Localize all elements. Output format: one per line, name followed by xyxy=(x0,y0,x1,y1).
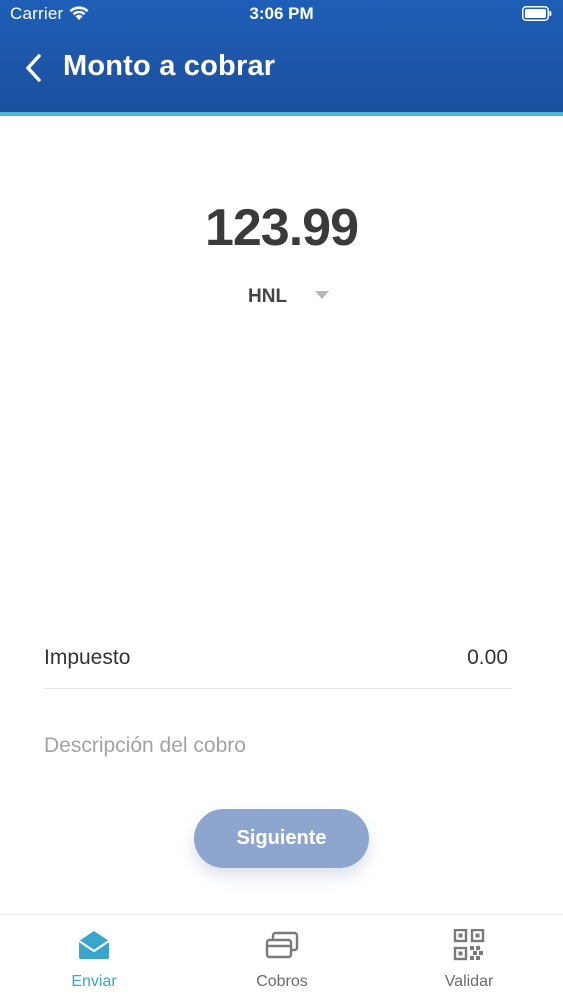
header-accent-line xyxy=(0,112,563,116)
tab-bar: Enviar Cobros Validar xyxy=(0,914,563,1000)
chevron-down-icon xyxy=(315,291,329,299)
nav-bar: Monto a cobrar xyxy=(0,28,563,112)
tab-cobros[interactable]: Cobros xyxy=(188,915,376,1000)
cards-stack-icon xyxy=(265,931,299,959)
tax-label: Impuesto xyxy=(44,646,131,669)
screen: Carrier 3:06 PM Monto a cobrar 123.99 HN… xyxy=(0,0,563,1000)
tab-enviar[interactable]: Enviar xyxy=(0,915,188,1000)
amount-value[interactable]: 123.99 xyxy=(0,198,563,258)
status-time: 3:06 PM xyxy=(249,4,314,23)
tab-label-enviar: Enviar xyxy=(71,973,117,990)
qr-code-icon xyxy=(453,929,485,961)
page-title: Monto a cobrar xyxy=(63,50,276,82)
currency-select[interactable]: HNL xyxy=(240,282,340,312)
tab-label-cobros: Cobros xyxy=(256,973,308,990)
tax-row: Impuesto 0.00 xyxy=(44,644,508,678)
envelope-icon xyxy=(78,931,110,959)
next-button[interactable]: Siguiente xyxy=(194,809,369,868)
chevron-left-icon xyxy=(26,54,41,82)
header: Carrier 3:06 PM Monto a cobrar xyxy=(0,0,563,112)
tab-label-validar: Validar xyxy=(444,973,494,990)
back-button[interactable] xyxy=(16,50,52,86)
divider xyxy=(44,688,512,689)
status-bar: Carrier 3:06 PM xyxy=(0,0,563,28)
battery-icon xyxy=(522,6,552,21)
description-input[interactable] xyxy=(44,728,508,764)
tax-value: 0.00 xyxy=(467,646,508,669)
tab-validar[interactable]: Validar xyxy=(375,915,563,1000)
currency-label: HNL xyxy=(248,286,288,307)
